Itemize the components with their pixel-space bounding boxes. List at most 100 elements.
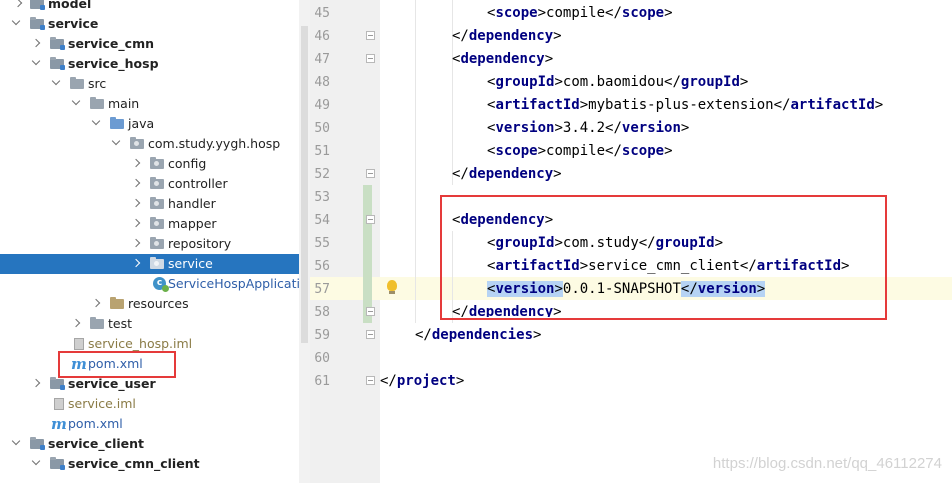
line-number: 57 bbox=[314, 282, 330, 297]
line-number: 53 bbox=[314, 190, 330, 205]
fold-marker-icon[interactable] bbox=[366, 215, 375, 224]
chevron-right-icon[interactable] bbox=[132, 154, 142, 174]
package-icon bbox=[150, 177, 164, 189]
annotation-box-pom bbox=[58, 351, 176, 378]
chevron-right-icon[interactable] bbox=[72, 314, 82, 334]
line-number: 59 bbox=[314, 328, 330, 343]
chevron-down-icon[interactable] bbox=[31, 54, 41, 74]
watermark-text: https://blog.csdn.net/qq_46112274 bbox=[712, 455, 942, 472]
tree-item-repository[interactable]: repository bbox=[0, 234, 299, 254]
tree-item-pom-xml-service[interactable]: m pom.xml bbox=[0, 414, 299, 434]
chevron-right-icon[interactable] bbox=[32, 374, 42, 394]
tree-item-controller[interactable]: controller bbox=[0, 174, 299, 194]
fold-marker-icon[interactable] bbox=[366, 307, 375, 316]
chevron-down-icon[interactable] bbox=[51, 74, 61, 94]
line-number: 49 bbox=[314, 98, 330, 113]
package-icon bbox=[150, 197, 164, 209]
tree-item-java[interactable]: java bbox=[0, 114, 299, 134]
chevron-right-icon[interactable] bbox=[14, 0, 24, 14]
tree-item-application-class[interactable]: c ServiceHospApplication bbox=[0, 274, 310, 294]
project-tree: model service service_cmn service_hosp s… bbox=[0, 0, 310, 483]
folder-icon bbox=[90, 317, 104, 329]
tree-item-handler[interactable]: handler bbox=[0, 194, 299, 214]
chevron-down-icon[interactable] bbox=[11, 434, 21, 454]
chevron-right-icon[interactable] bbox=[132, 234, 142, 254]
line-number: 45 bbox=[314, 6, 330, 21]
line-number: 54 bbox=[314, 213, 330, 228]
chevron-down-icon[interactable] bbox=[111, 134, 121, 154]
code-line-47: <dependency> bbox=[452, 51, 554, 67]
line-number: 61 bbox=[314, 374, 330, 389]
fold-marker-icon[interactable] bbox=[366, 31, 375, 40]
iml-file-icon bbox=[54, 398, 64, 410]
chevron-down-icon[interactable] bbox=[91, 114, 101, 134]
line-number: 48 bbox=[314, 75, 330, 90]
chevron-right-icon[interactable] bbox=[132, 174, 142, 194]
vcs-change-marker[interactable] bbox=[363, 185, 372, 323]
tree-item-service-package[interactable]: service bbox=[0, 254, 299, 274]
indent-guide bbox=[415, 0, 416, 323]
spring-class-icon: c bbox=[153, 277, 169, 292]
tree-item-service-cmn-client[interactable]: service_cmn_client bbox=[0, 454, 299, 474]
code-line-49: <artifactId>mybatis-plus-extension</arti… bbox=[487, 97, 884, 113]
module-folder-icon bbox=[50, 457, 65, 470]
fold-marker-icon[interactable] bbox=[366, 376, 375, 385]
tree-item-main[interactable]: main bbox=[0, 94, 299, 114]
module-folder-icon bbox=[30, 0, 45, 10]
line-number: 60 bbox=[314, 351, 330, 366]
code-line-48: <groupId>com.baomidou</groupId> bbox=[487, 74, 749, 90]
code-line-46: </dependency> bbox=[452, 28, 562, 44]
code-line-59: </dependencies> bbox=[415, 327, 542, 343]
chevron-down-icon[interactable] bbox=[31, 454, 41, 474]
line-number: 47 bbox=[314, 52, 330, 67]
package-icon bbox=[150, 217, 164, 229]
module-folder-icon bbox=[50, 377, 65, 390]
resources-folder-icon bbox=[110, 297, 124, 309]
code-line-52: </dependency> bbox=[452, 166, 562, 182]
folder-icon bbox=[90, 97, 104, 109]
tree-item-test[interactable]: test bbox=[0, 314, 299, 334]
line-number: 51 bbox=[314, 144, 330, 159]
lightbulb-icon[interactable] bbox=[387, 280, 397, 294]
tree-item-model[interactable]: model bbox=[0, 0, 299, 14]
annotation-box-dependency bbox=[440, 195, 887, 320]
source-folder-icon bbox=[110, 117, 124, 129]
chevron-right-icon[interactable] bbox=[32, 34, 42, 54]
tree-item-src[interactable]: src bbox=[0, 74, 299, 94]
tree-item-mapper[interactable]: mapper bbox=[0, 214, 299, 234]
chevron-right-icon[interactable] bbox=[132, 194, 142, 214]
chevron-down-icon[interactable] bbox=[71, 94, 81, 114]
tree-item-config[interactable]: config bbox=[0, 154, 299, 174]
tree-item-service-cmn[interactable]: service_cmn bbox=[0, 34, 299, 54]
maven-file-icon: m bbox=[51, 415, 67, 433]
chevron-right-icon[interactable] bbox=[132, 214, 142, 234]
line-number: 52 bbox=[314, 167, 330, 182]
tree-scrollbar-thumb[interactable] bbox=[301, 26, 308, 343]
code-line-45: <scope>compile</scope> bbox=[487, 5, 673, 21]
module-folder-icon bbox=[50, 37, 65, 50]
fold-marker-icon[interactable] bbox=[366, 330, 375, 339]
fold-marker-icon[interactable] bbox=[366, 54, 375, 63]
iml-file-icon bbox=[74, 338, 84, 350]
chevron-down-icon[interactable] bbox=[11, 14, 21, 34]
tree-item-package-root[interactable]: com.study.yygh.hosp bbox=[0, 134, 299, 154]
chevron-right-icon[interactable] bbox=[92, 294, 102, 314]
fold-marker-icon[interactable] bbox=[366, 169, 375, 178]
tree-item-service-hosp[interactable]: service_hosp bbox=[0, 54, 299, 74]
module-folder-icon bbox=[50, 57, 65, 70]
tree-item-service[interactable]: service bbox=[0, 14, 299, 34]
package-icon bbox=[130, 137, 144, 149]
code-line-51: <scope>compile</scope> bbox=[487, 143, 673, 159]
code-line-61: </project> bbox=[380, 373, 465, 389]
package-icon bbox=[150, 237, 164, 249]
line-number: 50 bbox=[314, 121, 330, 136]
tree-item-service-iml[interactable]: service.iml bbox=[0, 394, 299, 414]
module-folder-icon bbox=[30, 17, 45, 30]
package-icon bbox=[150, 257, 164, 269]
tree-item-service-client[interactable]: service_client bbox=[0, 434, 299, 454]
line-number: 46 bbox=[314, 29, 330, 44]
line-number: 56 bbox=[314, 259, 330, 274]
tree-item-resources[interactable]: resources bbox=[0, 294, 299, 314]
chevron-right-icon[interactable] bbox=[132, 254, 142, 274]
folder-icon bbox=[70, 77, 84, 89]
